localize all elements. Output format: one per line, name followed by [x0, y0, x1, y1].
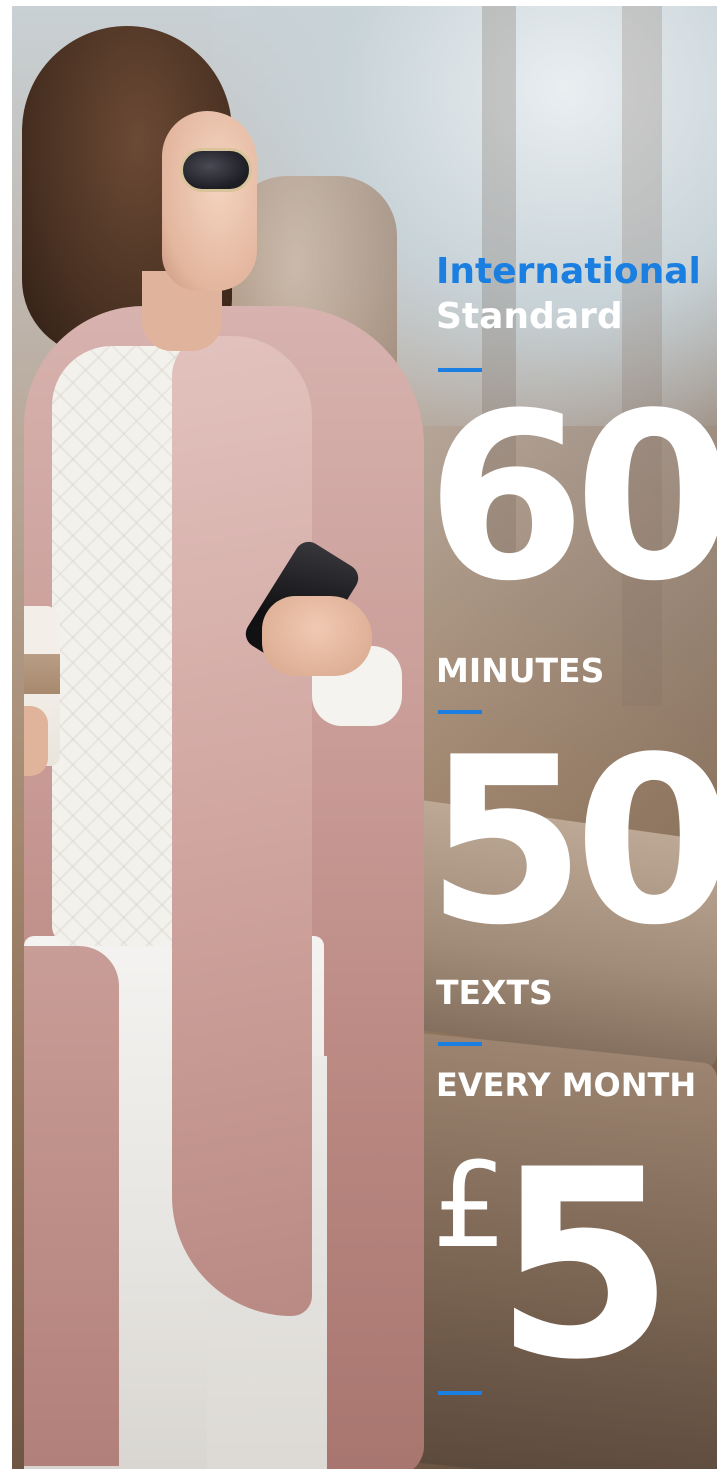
plan-name-line2: Standard — [436, 296, 623, 337]
plan-name-line1: International — [436, 251, 701, 292]
minutes-label: MINUTES — [436, 651, 605, 690]
promo-banner: International Standard 60 MINUTES 50 TEX… — [12, 6, 717, 1469]
period-label: EVERY MONTH — [436, 1066, 697, 1104]
sunglasses — [180, 148, 252, 192]
woman-coat-lapel — [172, 336, 312, 1316]
texts-value: 50 — [426, 709, 717, 976]
hand-holding-cup — [24, 706, 48, 776]
offer-copy: International Standard 60 MINUTES 50 TEX… — [426, 6, 717, 1469]
woman-hand — [262, 596, 372, 676]
divider-rule — [438, 1042, 482, 1046]
woman-coat-hem — [24, 946, 119, 1466]
texts-label: TEXTS — [436, 973, 553, 1012]
price-amount: 5 — [494, 1115, 675, 1417]
minutes-value: 60 — [426, 365, 717, 632]
woman-face — [162, 111, 257, 291]
divider-rule — [438, 1391, 482, 1395]
